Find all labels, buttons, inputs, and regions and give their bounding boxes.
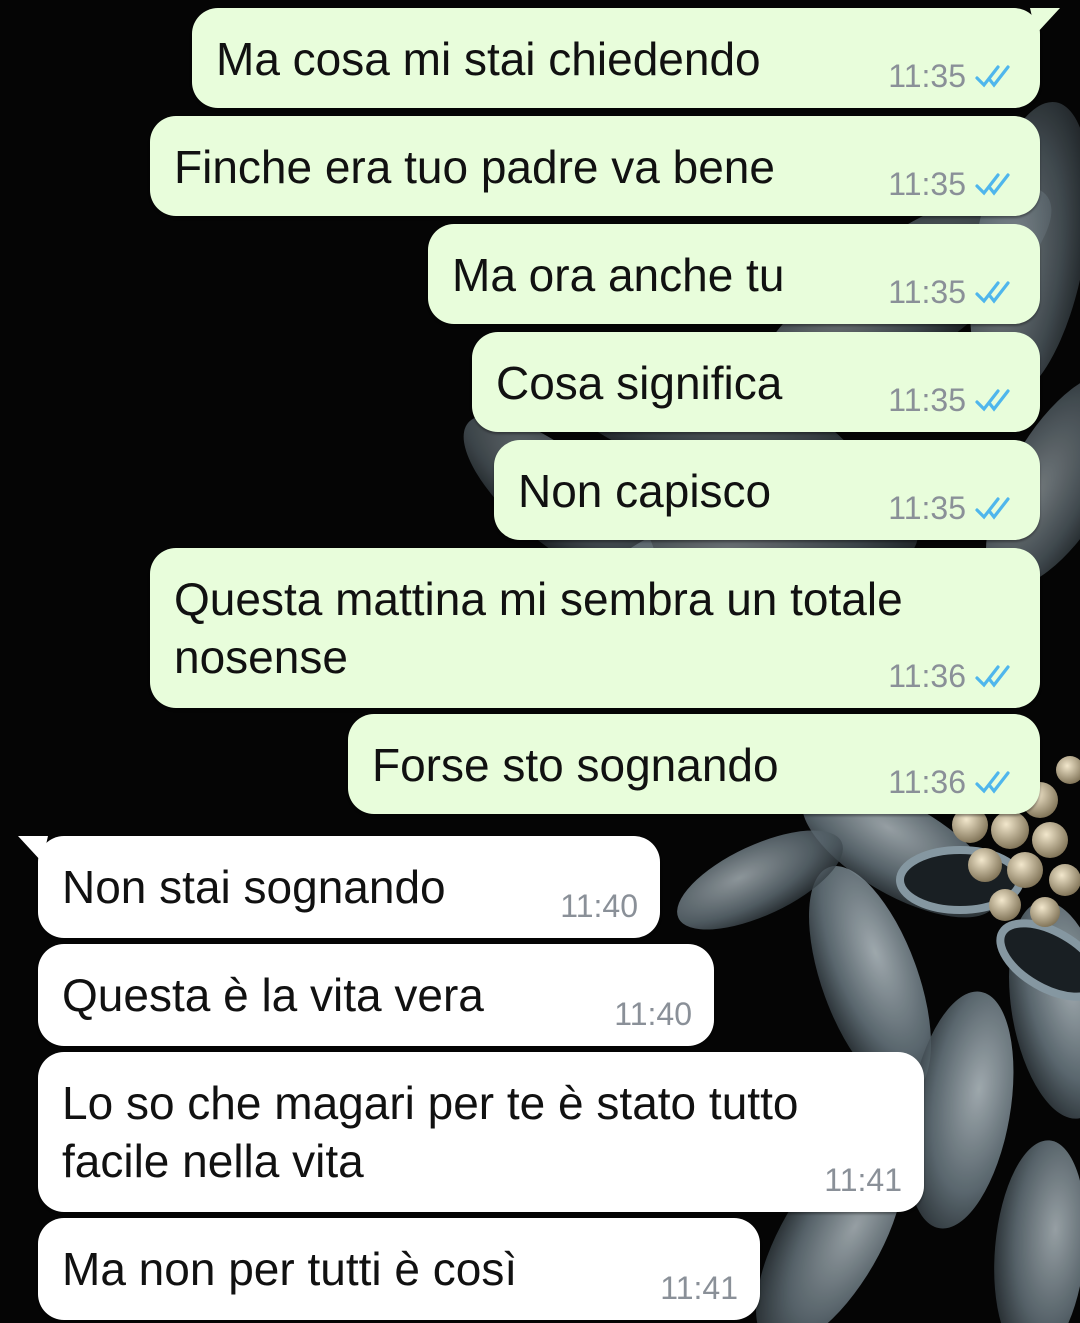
message-text: Lo so che magari per te è stato tutto fa… [62, 1077, 799, 1187]
bubble-tail [18, 836, 48, 862]
message-time: 11:35 [888, 274, 966, 310]
incoming-message[interactable]: Lo so che magari per te è stato tutto fa… [38, 1052, 924, 1212]
double-check-read-icon [975, 173, 1010, 196]
message-meta: 11:35 [888, 166, 1018, 202]
double-check-read-icon [975, 281, 1010, 304]
message-time: 11:36 [888, 658, 966, 694]
message-time: 11:35 [888, 490, 966, 526]
message-meta: 11:35 [888, 490, 1018, 526]
incoming-message[interactable]: Non stai sognando 11:40 [18, 836, 660, 938]
message-meta: 11:35 [888, 382, 1018, 418]
message-meta: 11:35 [888, 274, 1018, 310]
message-meta: 11:36 [888, 658, 1018, 694]
outgoing-message[interactable]: Ma cosa mi stai chiedendo 11:35 [192, 8, 1060, 108]
message-meta: 11:36 [888, 764, 1018, 800]
message-time: 11:36 [888, 764, 966, 800]
chat-conversation[interactable]: Ma cosa mi stai chiedendo 11:35 Finche e… [0, 0, 1080, 1323]
message-time: 11:41 [660, 1270, 738, 1306]
message-time: 11:35 [888, 166, 966, 202]
message-time: 11:35 [888, 382, 966, 418]
message-meta: 11:40 [560, 888, 638, 924]
double-check-read-icon [975, 65, 1010, 88]
message-time: 11:41 [824, 1162, 902, 1198]
outgoing-message[interactable]: Cosa significa 11:35 [472, 332, 1040, 432]
double-check-read-icon [975, 665, 1010, 688]
message-text: Non stai sognando [62, 861, 446, 913]
bubble-tail [1030, 8, 1060, 34]
message-text: Questa è la vita vera [62, 969, 484, 1021]
message-time: 11:40 [560, 888, 638, 924]
outgoing-message[interactable]: Non capisco 11:35 [494, 440, 1040, 540]
message-time: 11:35 [888, 58, 966, 94]
incoming-message[interactable]: Ma non per tutti è così 11:41 [38, 1218, 760, 1320]
double-check-read-icon [975, 771, 1010, 794]
message-time: 11:40 [614, 996, 692, 1032]
double-check-read-icon [975, 389, 1010, 412]
message-meta: 11:41 [660, 1270, 738, 1306]
message-text: Ma non per tutti è così [62, 1243, 518, 1295]
double-check-read-icon [975, 497, 1010, 520]
outgoing-message[interactable]: Ma ora anche tu 11:35 [428, 224, 1040, 324]
message-meta: 11:35 [888, 58, 1018, 94]
outgoing-message[interactable]: Finche era tuo padre va bene 11:35 [150, 116, 1040, 216]
message-meta: 11:40 [614, 996, 692, 1032]
message-meta: 11:41 [824, 1162, 902, 1198]
outgoing-message[interactable]: Forse sto sognando 11:36 [348, 714, 1040, 814]
outgoing-message[interactable]: Questa mattina mi sembra un totale nosen… [150, 548, 1040, 708]
incoming-message[interactable]: Questa è la vita vera 11:40 [38, 944, 714, 1046]
